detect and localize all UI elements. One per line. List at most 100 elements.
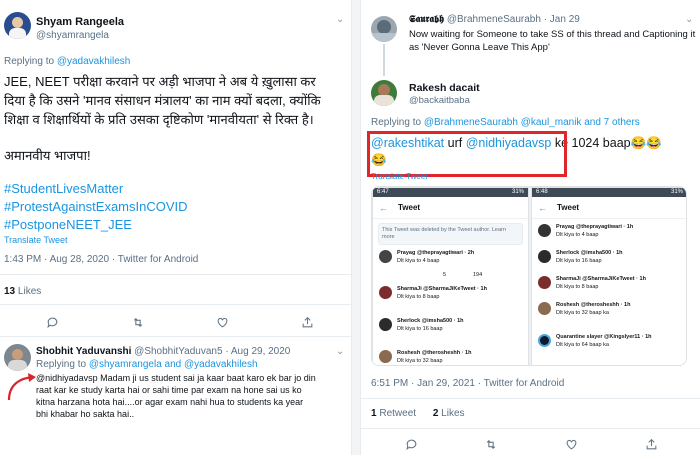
body-line: kitna harzana hota hai....or agar exam n… <box>36 397 304 407</box>
hashtags: #StudentLivesMatter #ProtestAgainstExams… <box>4 180 188 234</box>
like-icon[interactable] <box>564 437 578 451</box>
reply-body: @nidhiyadavsp Madam ji us student sai ja… <box>36 372 316 420</box>
translate-tweet-link[interactable]: Translate Tweet <box>371 172 427 181</box>
body-line: शिक्षा व शिक्षार्थियों के प्रति उसका दृष… <box>4 112 314 127</box>
mini-tweet-head: Quarantine slayer @Kingslyer11 · 1h <box>556 334 652 340</box>
mini-tweet-body: Dlt kiya to 16 baap <box>556 258 602 264</box>
translate-tweet-link[interactable]: Translate Tweet <box>4 235 68 245</box>
panel-divider <box>352 0 360 455</box>
chevron-down-icon[interactable]: ⌄ <box>336 346 344 357</box>
hashtag-link[interactable]: #StudentLivesMatter <box>4 180 188 198</box>
retweets-count: 1 <box>371 408 377 419</box>
reply-icon[interactable] <box>46 315 60 329</box>
mini-tweet-body: Dlt kiya to 16 baap <box>397 326 443 332</box>
phone-screenshot-left: 6:47 31% ← Tweet This Tweet was deleted by… <box>372 187 529 365</box>
phone-title: Tweet <box>398 203 421 212</box>
mini-counts: 5 194 <box>373 272 528 280</box>
retweets-label: Retweet <box>379 408 417 419</box>
share-icon[interactable] <box>644 437 658 451</box>
chevron-down-icon[interactable]: ⌄ <box>685 14 693 25</box>
mini-tweet: Roshesh @therosheshh · 1h Dlt kiya to 32… <box>532 302 686 322</box>
retweet-icon[interactable] <box>484 437 498 451</box>
replying-to: Replying to @yadavakhilesh <box>4 56 130 67</box>
author-name[interactable]: Shobhit Yaduvanshi <box>36 346 131 357</box>
tweet-timestamp[interactable]: 1:43 PM · Aug 28, 2020 · Twitter for And… <box>4 254 198 265</box>
author-handle[interactable]: @shyamrangela <box>36 30 109 41</box>
right-tweet-panel: 𝕾𝖆𝖚𝖗𝖆𝖇𝖍 @BrahmeneSaurabh · Jan 29 ⌄ Now … <box>360 0 700 455</box>
chevron-down-icon[interactable]: ⌄ <box>336 14 344 25</box>
likes-stat[interactable]: 13 Likes <box>4 286 41 297</box>
body-line: दिया है कि उसने 'मानव संसाधन मंत्रालय' क… <box>4 93 321 108</box>
mini-tweet-body: Dlt kiya to 4 baap <box>556 232 599 238</box>
reply-header: Shobhit Yaduvanshi @ShobhitYaduvan5 · Au… <box>36 346 290 357</box>
body-text: ke 1024 baap😂😂 <box>551 136 662 150</box>
body-line: @nidhiyadavsp Madam ji us student sai ja… <box>36 373 316 383</box>
share-icon[interactable] <box>301 315 315 329</box>
replying-to: Replying to @shyamrangela and @yadavakhi… <box>36 359 258 370</box>
retweet-icon[interactable] <box>131 315 145 329</box>
mini-tweet: Prayag @theprayagtiwari · 1h Dlt kiya to… <box>532 224 686 244</box>
retweets-stat[interactable]: 1 Retweet <box>371 408 416 419</box>
avatar[interactable] <box>371 16 397 42</box>
mini-tweet-head: Prayag @theprayagtiwari · 1h <box>556 224 634 230</box>
hashtag-link[interactable]: #ProtestAgainstExamsInCOVID <box>4 198 188 216</box>
mini-tweet: Sherlock @imsha500 · 1h Dlt kiya to 16 b… <box>532 250 686 270</box>
body-line: bhi khabar ho sakta hai.. <box>36 409 135 419</box>
avatar[interactable] <box>371 80 397 106</box>
author-handle[interactable]: @backaitbaba <box>409 95 470 106</box>
status-battery: 31% <box>670 189 683 195</box>
mini-tweet: SharmaJi @SharmaJiKeTweet · 1h Dlt kiya … <box>532 276 686 296</box>
mini-tweet-head: Prayag @theprayagtiwari · 2h <box>397 250 475 256</box>
phone-title: Tweet <box>557 203 580 212</box>
status-time: 6:48 <box>536 189 548 195</box>
like-icon[interactable] <box>216 315 230 329</box>
tweet-body: Now waiting for Someone to take SS of th… <box>409 28 695 54</box>
avatar[interactable] <box>4 344 31 371</box>
body-line: Now waiting for Someone to take SS of th… <box>409 29 696 40</box>
reply-icon[interactable] <box>404 437 418 451</box>
mini-tweet-body: Dlt kiya to 64 baap ka <box>556 342 609 348</box>
mini-tweet: Sherlock @imsha500 · 1h Dlt kiya to 16 b… <box>373 318 528 338</box>
back-arrow-icon: ← <box>538 202 547 213</box>
mini-tweet-body: Dlt kiya to 32 baap ka <box>556 310 609 316</box>
replying-prefix: Replying to <box>36 359 89 370</box>
mini-tweet-head: Sherlock @imsha500 · 1h <box>397 318 464 324</box>
replying-prefix: Replying to <box>4 56 57 67</box>
replying-to-link[interactable]: @yadavakhilesh <box>57 56 131 67</box>
body-line: as 'Never Gonna Leave This App' <box>409 42 550 53</box>
mini-count: 194 <box>473 272 483 278</box>
mini-tweet: SharmaJi @SharmaJiKeTweet · 1h Dlt kiya … <box>373 286 528 306</box>
mini-tweet-body: Dlt kiya to 4 baap <box>397 258 440 264</box>
engagement-stats: 1 Retweet 2 Likes <box>371 408 465 419</box>
tweet-actions <box>371 436 691 452</box>
mini-tweet-body: Dlt kiya to 8 baap <box>397 294 440 300</box>
status-battery: 31% <box>511 189 524 195</box>
replying-prefix: Replying to <box>371 117 424 128</box>
avatar[interactable] <box>4 12 31 39</box>
tweet-body: JEE, NEET परीक्षा करवाने पर अड़ी भाजपा न… <box>4 72 321 129</box>
likes-stat[interactable]: 2 Likes <box>433 408 465 419</box>
body-line: अमानवीय भाजपा! <box>4 148 91 163</box>
annotation-arrow-icon <box>7 373 36 401</box>
author-name[interactable]: 𝕾𝖆𝖚𝖗𝖆𝖇𝖍 <box>409 14 444 25</box>
replying-to-link[interactable]: @shyamrangela and @yadavakhilesh <box>89 359 258 370</box>
mini-tweet-head: SharmaJi @SharmaJiKeTweet · 1h <box>397 286 487 292</box>
author-handle-date[interactable]: @BrahmeneSaurabh · Jan 29 <box>447 14 580 25</box>
deleted-notice: This Tweet was deleted by the Tweet auth… <box>378 223 523 245</box>
likes-label: Likes <box>17 286 42 297</box>
mini-tweet: Roshesh @therosheshh · 1h Dlt kiya to 32… <box>373 350 528 365</box>
mini-tweet: Prayag @theprayagtiwari · 2h Dlt kiya to… <box>373 250 528 270</box>
replying-to-link[interactable]: @BrahmeneSaurabh @kaul_manik and 7 other… <box>424 117 640 128</box>
author-handle-date[interactable]: @ShobhitYaduvan5 · Aug 29, 2020 <box>134 346 290 357</box>
author-name[interactable]: Rakesh dacait <box>409 82 480 94</box>
body-line: raat kar ke study karta hai or sahi time… <box>36 385 302 395</box>
status-time: 6:47 <box>377 189 389 195</box>
hashtag-link[interactable]: #PostponeNEET_JEE <box>4 216 188 234</box>
body-line: JEE, NEET परीक्षा करवाने पर अड़ी भाजपा न… <box>4 74 316 89</box>
attached-image[interactable]: 6:47 31% ← Tweet This Tweet was deleted by… <box>371 186 687 366</box>
replying-to: Replying to @BrahmeneSaurabh @kaul_manik… <box>371 117 640 128</box>
mini-tweet-head: SharmaJi @SharmaJiKeTweet · 1h <box>556 276 646 282</box>
author-name[interactable]: Shyam Rangeela <box>36 16 124 28</box>
tweet-timestamp[interactable]: 6:51 PM · Jan 29, 2021 · Twitter for And… <box>371 378 564 389</box>
mini-tweet-head: Sherlock @imsha500 · 1h <box>556 250 623 256</box>
